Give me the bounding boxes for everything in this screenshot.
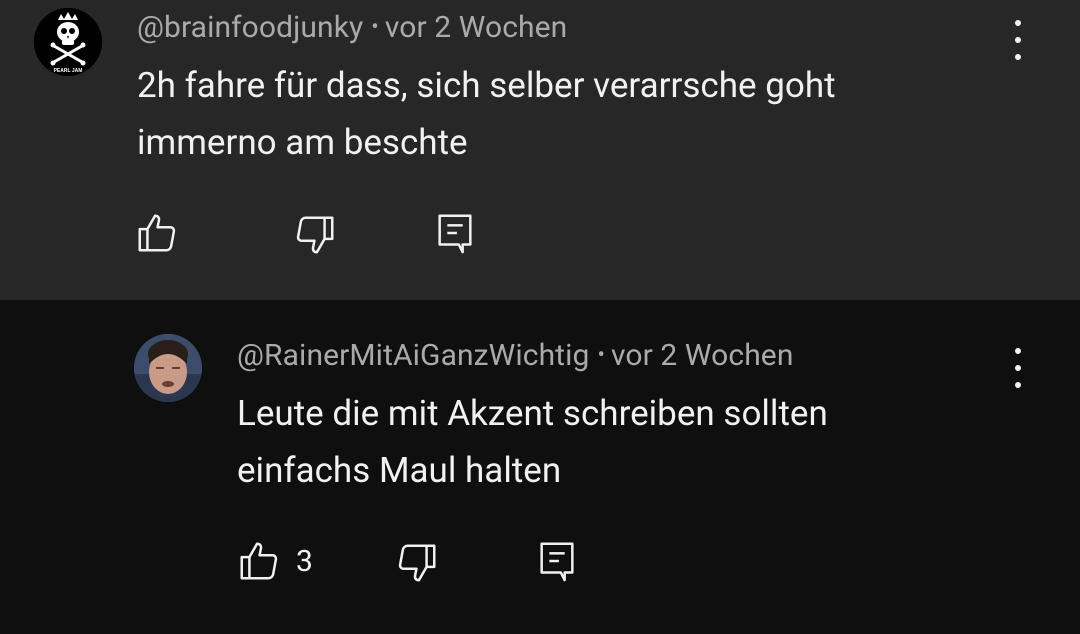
meta-separator: •: [371, 15, 379, 40]
comment-text: Leute die mit Akzent schreiben sollten e…: [237, 385, 828, 499]
comment-meta: @brainfoodjunky • vor 2 Wochen: [137, 10, 567, 45]
comment-text: 2h fahre für dass, sich selber verarrsch…: [137, 57, 836, 171]
comment-text-line: immerno am beschte: [137, 122, 468, 163]
comment-card: PEARL JAM @brainfoodjunky • vor 2 Wochen 2…: [0, 0, 1080, 300]
thumbs-up-icon: [138, 214, 176, 252]
like-count: 3: [296, 543, 313, 579]
author-handle[interactable]: @RainerMitAiGanzWichtig: [237, 338, 589, 373]
like-button[interactable]: [134, 210, 180, 256]
dislike-button[interactable]: [292, 212, 338, 258]
user-photo-avatar: [134, 334, 202, 402]
avatar-caption: PEARL JAM: [54, 68, 83, 74]
more-vertical-icon[interactable]: [1012, 348, 1024, 388]
author-handle[interactable]: @brainfoodjunky: [137, 10, 363, 45]
thumbs-down-icon: [398, 544, 436, 582]
comment-text-line: einfachs Maul halten: [237, 450, 562, 491]
more-vertical-icon[interactable]: [1012, 20, 1024, 60]
like-button[interactable]: 3: [236, 538, 313, 584]
reply-card: @RainerMitAiGanzWichtig • vor 2 Wochen Leu…: [0, 300, 1080, 634]
reply-comment-icon: [540, 542, 574, 582]
comments-page: PEARL JAM @brainfoodjunky • vor 2 Wochen 2…: [0, 0, 1080, 634]
reply-comment-icon: [438, 214, 472, 254]
skull-crossbones-icon: PEARL JAM: [34, 8, 102, 76]
reply-button[interactable]: [432, 210, 478, 256]
avatar[interactable]: PEARL JAM: [34, 8, 102, 76]
comment-time[interactable]: vor 2 Wochen: [611, 338, 794, 373]
comment-text-line: 2h fahre für dass, sich selber verarrsch…: [137, 65, 836, 106]
thumbs-up-icon: [240, 542, 278, 580]
thumbs-down-icon: [296, 216, 334, 254]
comment-time[interactable]: vor 2 Wochen: [385, 10, 568, 45]
avatar[interactable]: [134, 334, 202, 402]
meta-separator: •: [597, 343, 605, 368]
reply-button[interactable]: [534, 538, 580, 584]
comment-meta: @RainerMitAiGanzWichtig • vor 2 Wochen: [237, 338, 794, 373]
comment-text-line: Leute die mit Akzent schreiben sollten: [237, 393, 828, 434]
dislike-button[interactable]: [394, 540, 440, 586]
